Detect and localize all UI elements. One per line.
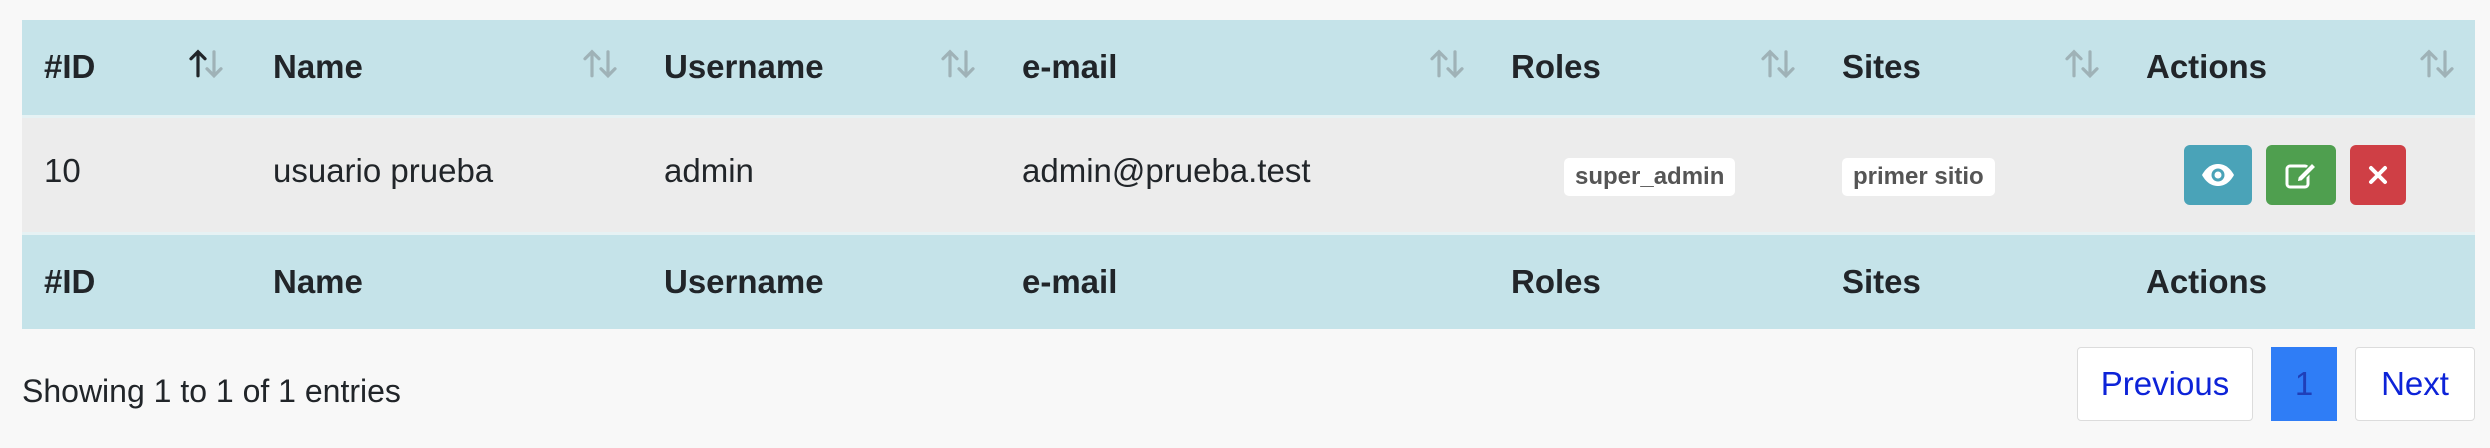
column-header-actions[interactable]: Actions [2124, 20, 2475, 116]
column-header-label: Actions [2146, 48, 2268, 86]
role-badge: super_admin [1564, 157, 1736, 196]
column-header-name[interactable]: Name [251, 20, 642, 116]
footer-row: #ID Name Username e-mail Roles Sites Act… [22, 233, 2475, 329]
column-header-email[interactable]: e-mail [1000, 20, 1489, 116]
table-body: 10 usuario prueba admin admin@prueba.tes… [22, 116, 2475, 233]
pagination: Previous 1 Next [2077, 346, 2475, 422]
next-page-button[interactable]: Next [2355, 347, 2475, 421]
footer-header-username: Username [664, 262, 824, 300]
previous-page-button[interactable]: Previous [2077, 347, 2253, 421]
table-footer: #ID Name Username e-mail Roles Sites Act… [22, 233, 2475, 329]
column-header-sites[interactable]: Sites [1820, 20, 2124, 116]
eye-icon [2202, 163, 2234, 186]
column-header-username[interactable]: Username [642, 20, 1000, 116]
site-badge: primer sitio [1842, 157, 1995, 196]
column-header-label: e-mail [1022, 48, 1118, 86]
column-header-roles[interactable]: Roles [1489, 20, 1820, 116]
datatable-wrapper: #ID Name Username e-mail Roles Sites Act… [0, 0, 2490, 448]
column-header-label: Roles [1511, 48, 1601, 86]
table-row: 10 usuario prueba admin admin@prueba.tes… [22, 116, 2475, 233]
edit-icon [2285, 161, 2318, 188]
footer-header-name: Name [273, 262, 363, 300]
cell-id: 10 [44, 151, 81, 189]
header-row: #ID Name Username e-mail Roles Sites Act… [22, 20, 2475, 116]
sort-arrows-icon [2417, 44, 2457, 84]
table-info: Showing 1 to 1 of 1 entries [22, 373, 401, 409]
footer-header-id: #ID [44, 262, 96, 300]
footer-header-actions: Actions [2146, 262, 2268, 300]
page-1-button[interactable]: 1 [2271, 347, 2337, 421]
cell-name: usuario prueba [273, 151, 494, 189]
cell-roles: super_admin [1489, 116, 1820, 233]
table-header: #ID Name Username e-mail Roles Sites Act… [22, 20, 2475, 116]
sort-arrows-icon [938, 44, 978, 84]
cell-username: admin [664, 151, 754, 189]
footer-header-roles: Roles [1511, 262, 1601, 300]
sort-asc-icon [186, 44, 226, 84]
footer-header-sites: Sites [1842, 262, 1921, 300]
sort-arrows-icon [580, 44, 620, 84]
sort-arrows-icon [1758, 44, 1798, 84]
column-header-label: Sites [1842, 48, 1921, 86]
cell-email: admin@prueba.test [1022, 151, 1311, 189]
users-table: #ID Name Username e-mail Roles Sites Act… [22, 20, 2475, 329]
column-header-label: Username [664, 48, 824, 86]
column-header-label: #ID [44, 48, 96, 86]
cell-actions [2124, 116, 2475, 233]
delete-button[interactable] [2350, 144, 2407, 205]
sort-arrows-icon [2062, 44, 2102, 84]
cell-sites: primer sitio [1820, 116, 2124, 233]
sort-arrows-icon [1427, 44, 1467, 84]
close-icon [2369, 165, 2388, 184]
footer-header-email: e-mail [1022, 262, 1118, 300]
view-button[interactable] [2184, 144, 2252, 205]
column-header-id[interactable]: #ID [22, 20, 251, 116]
edit-button[interactable] [2266, 144, 2337, 205]
column-header-label: Name [273, 48, 363, 86]
